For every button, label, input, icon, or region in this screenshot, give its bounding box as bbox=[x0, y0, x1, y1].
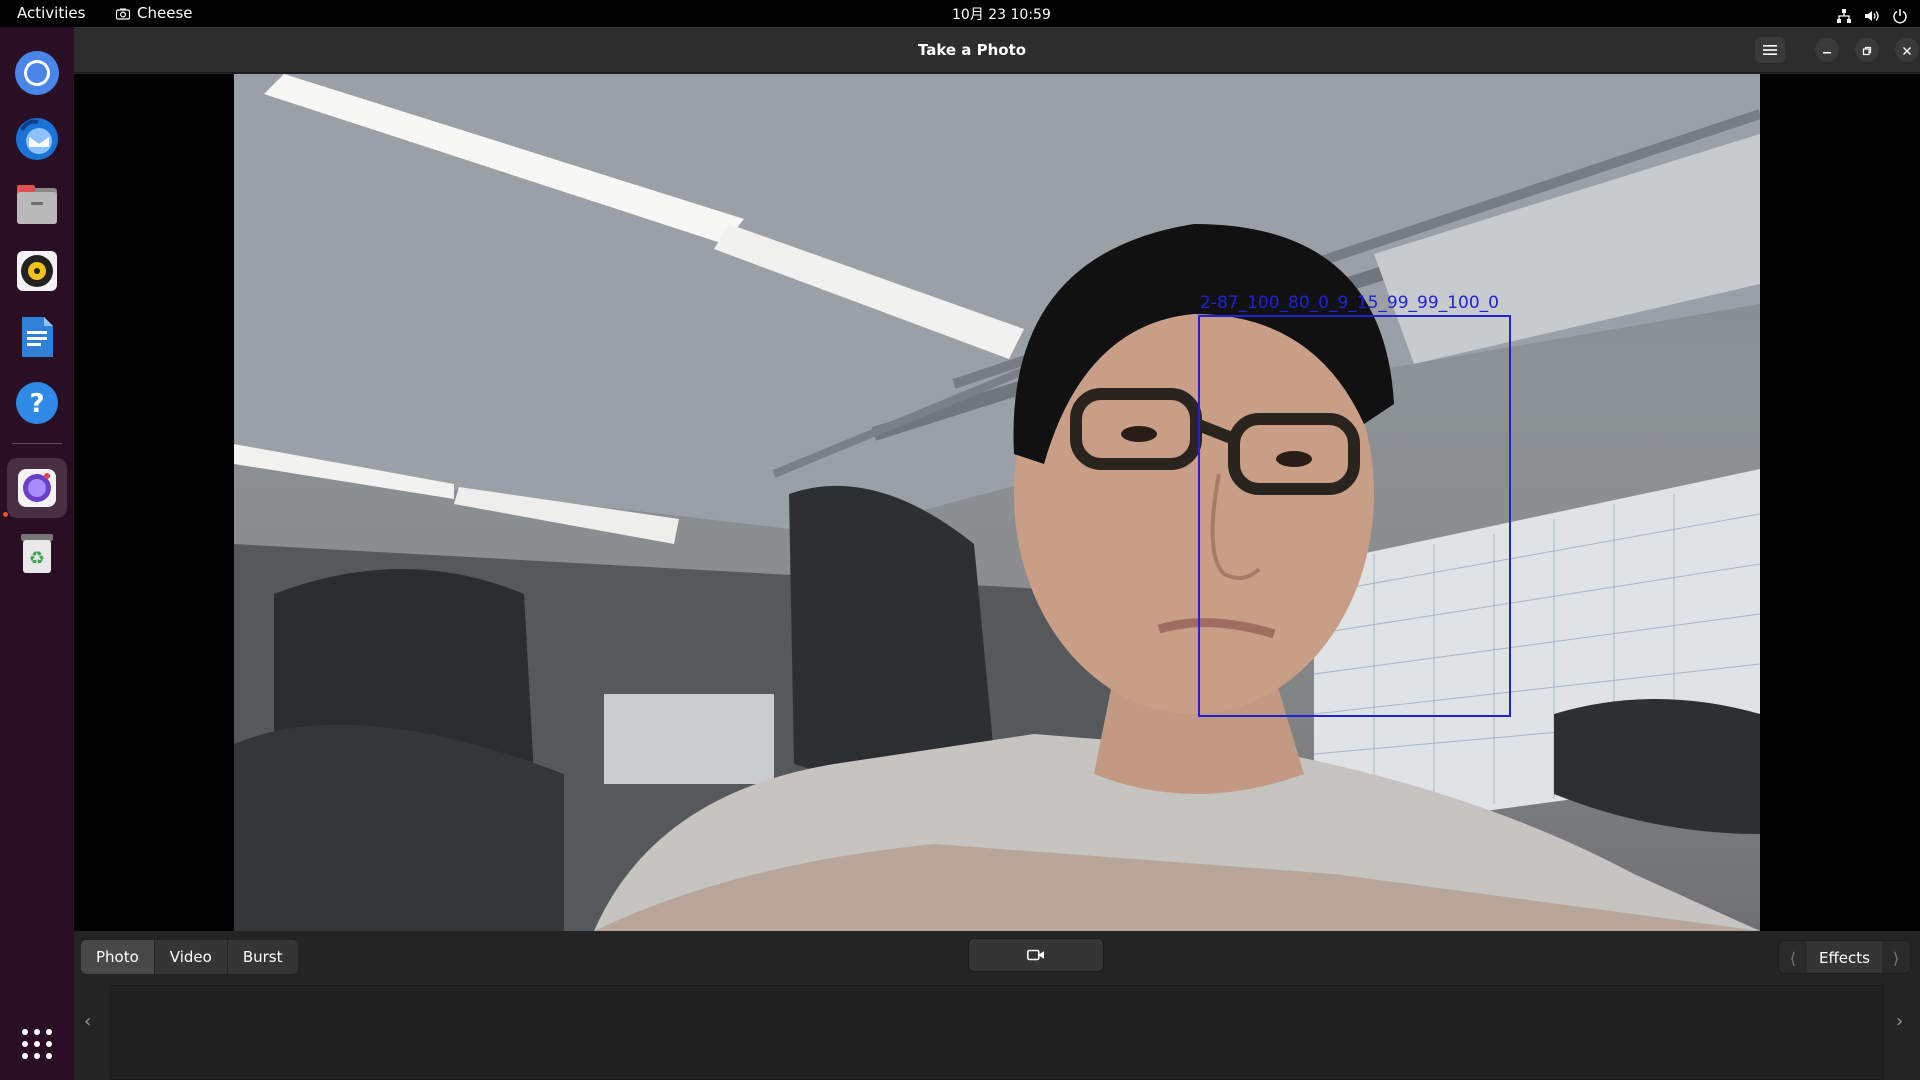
chevron-right-icon: › bbox=[1896, 1011, 1904, 1032]
scroll-right-button[interactable]: › bbox=[1896, 1011, 1903, 1032]
close-icon bbox=[1902, 41, 1912, 60]
chevron-left-icon: ‹ bbox=[84, 1011, 92, 1032]
scroll-left-button[interactable]: ‹ bbox=[84, 1011, 91, 1032]
take-photo-button[interactable] bbox=[968, 938, 1104, 972]
close-button[interactable] bbox=[1895, 38, 1919, 62]
camera-icon bbox=[1027, 946, 1045, 965]
files-icon[interactable] bbox=[10, 178, 64, 232]
mode-toolbar: Photo Video Burst ⟨ Effects ⟩ bbox=[74, 931, 1920, 981]
show-apps-icon[interactable] bbox=[10, 1017, 64, 1071]
rhythmbox-icon[interactable] bbox=[10, 244, 64, 298]
top-bar: Activities Cheese 10月 23 10:59 bbox=[0, 0, 1920, 27]
volume-icon[interactable] bbox=[1864, 6, 1880, 22]
menu-button[interactable] bbox=[1755, 37, 1785, 63]
face-detection-box bbox=[1198, 315, 1511, 717]
trash-icon[interactable]: ♻ bbox=[10, 526, 64, 580]
chevron-left-icon: ⟨ bbox=[1789, 948, 1797, 968]
thumbnail-strip: ‹ › bbox=[74, 981, 1920, 1080]
photo-mode-button[interactable]: Photo bbox=[81, 940, 155, 974]
chevron-right-icon: ⟩ bbox=[1892, 948, 1900, 968]
svg-text:♻: ♻ bbox=[29, 548, 45, 569]
camera-small-icon bbox=[116, 8, 130, 20]
system-tray[interactable] bbox=[1836, 0, 1908, 27]
camera-scene bbox=[234, 74, 1760, 931]
thumbnail-area[interactable] bbox=[110, 985, 1884, 1080]
effects-switcher: ⟨ Effects ⟩ bbox=[1778, 940, 1911, 974]
clock[interactable]: 10月 23 10:59 bbox=[952, 2, 1051, 29]
svg-text:?: ? bbox=[29, 389, 44, 419]
mode-switcher: Photo Video Burst bbox=[81, 940, 298, 974]
camera-feed: 2-87_100_80_0_9_15_99_99_100_0 bbox=[234, 74, 1760, 931]
activities-button[interactable]: Activities bbox=[17, 0, 85, 27]
burst-mode-button[interactable]: Burst bbox=[228, 940, 298, 974]
video-mode-button[interactable]: Video bbox=[155, 940, 228, 974]
help-icon[interactable]: ? bbox=[10, 376, 64, 430]
header-bar: Take a Photo bbox=[74, 27, 1920, 73]
cheese-icon[interactable] bbox=[7, 458, 67, 518]
minimize-button[interactable] bbox=[1815, 38, 1839, 62]
dock-separator bbox=[12, 443, 62, 444]
maximize-button[interactable] bbox=[1855, 38, 1879, 62]
writer-icon[interactable] bbox=[10, 310, 64, 364]
network-icon[interactable] bbox=[1836, 6, 1852, 23]
effects-next-button[interactable]: ⟩ bbox=[1881, 941, 1910, 973]
app-name-label: Cheese bbox=[137, 4, 193, 22]
maximize-icon bbox=[1862, 41, 1872, 60]
power-icon[interactable] bbox=[1892, 6, 1908, 23]
effects-button[interactable]: Effects bbox=[1807, 941, 1882, 973]
minimize-icon bbox=[1822, 41, 1832, 60]
cheese-window: Take a Photo 2-87_100_80_0_9_15_99_99_10… bbox=[74, 27, 1920, 1080]
app-menu[interactable]: Cheese bbox=[116, 0, 192, 27]
effects-prev-button[interactable]: ⟨ bbox=[1779, 941, 1807, 973]
dock: ? ♻ bbox=[0, 27, 74, 1080]
thunderbird-icon[interactable] bbox=[10, 112, 64, 166]
face-detection-label: 2-87_100_80_0_9_15_99_99_100_0 bbox=[1200, 293, 1499, 313]
window-title: Take a Photo bbox=[917, 41, 1027, 59]
menu-icon bbox=[1763, 41, 1777, 60]
camera-viewport: 2-87_100_80_0_9_15_99_99_100_0 bbox=[74, 74, 1920, 931]
